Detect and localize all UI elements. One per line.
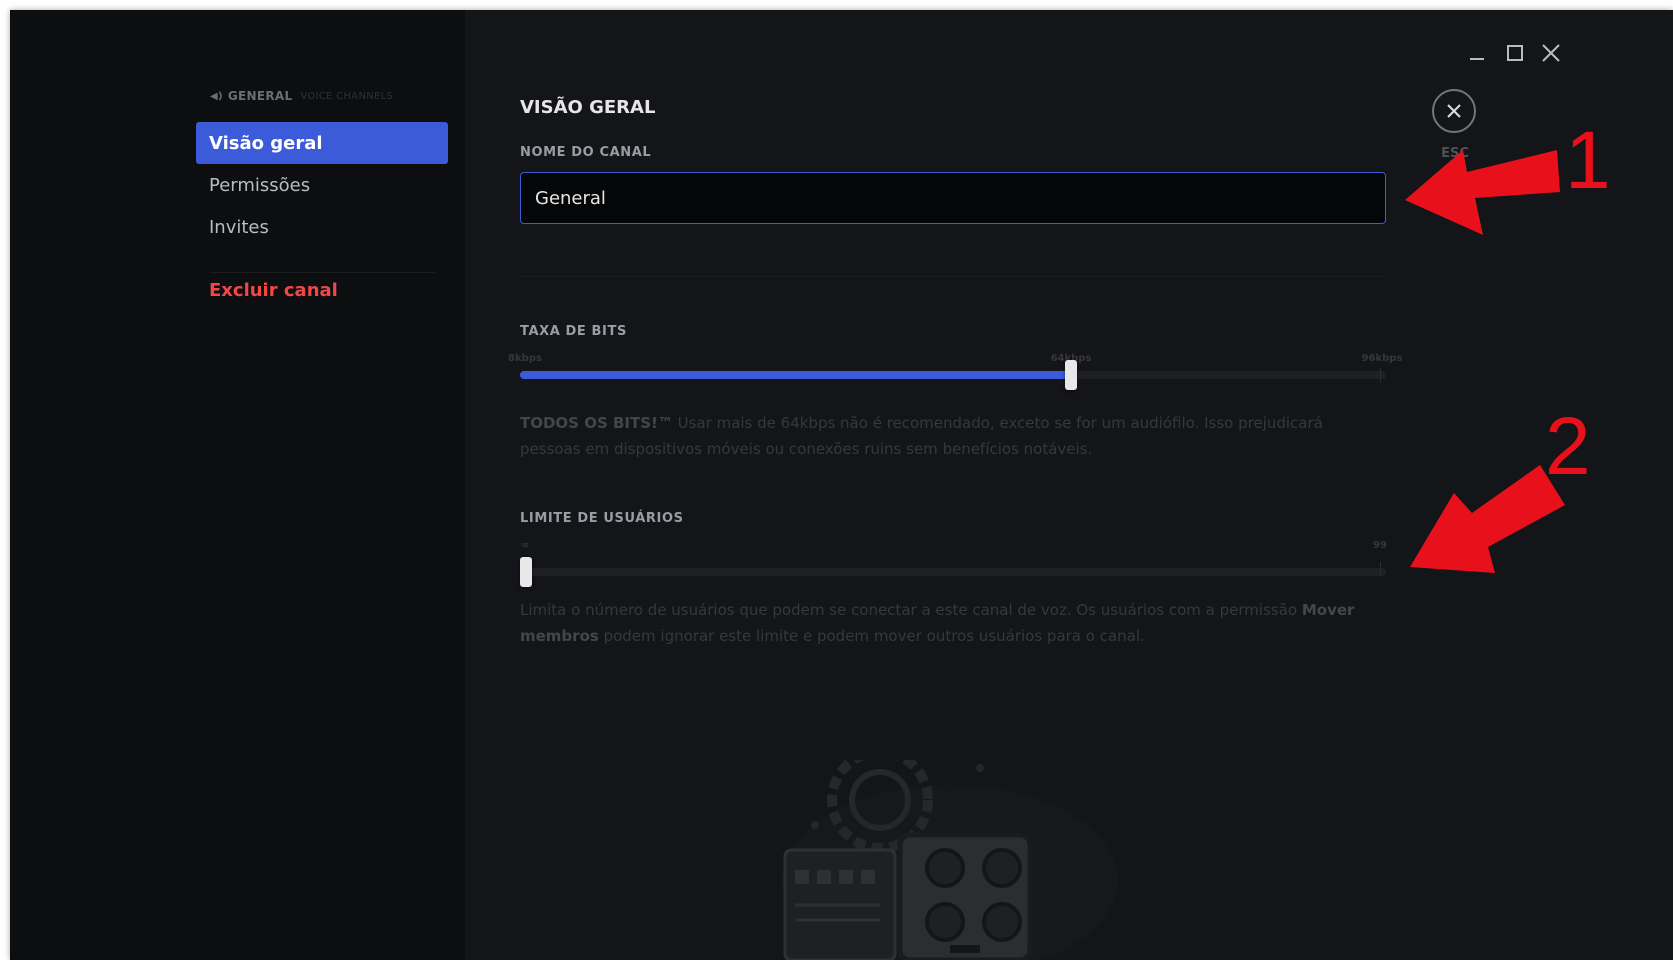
minimize-button[interactable] bbox=[1462, 38, 1492, 68]
maximize-button[interactable] bbox=[1500, 38, 1530, 68]
user-limit-tick-max bbox=[1380, 562, 1381, 576]
mixer-illustration bbox=[782, 760, 1118, 960]
user-limit-helper-body-2: podem ignorar este limite e podem mover … bbox=[598, 627, 1145, 645]
settings-sidebar: ◀) GENERAL VOICE CHANNELS Visão geral Pe… bbox=[10, 10, 465, 960]
bitrate-slider-handle[interactable] bbox=[1065, 360, 1077, 390]
user-limit-min-label: ∞ bbox=[520, 540, 530, 551]
annotation-arrow-1 bbox=[1405, 150, 1560, 235]
page-title: VISÃO GERAL bbox=[520, 97, 656, 118]
user-limit-max-label: 99 bbox=[1373, 540, 1387, 551]
bitrate-slider-track[interactable] bbox=[520, 371, 1386, 379]
bitrate-helper-bold: TODOS OS BITS!™ bbox=[520, 414, 673, 432]
sidebar-item-invites[interactable]: Invites bbox=[196, 206, 448, 248]
speaker-icon: ◀) bbox=[210, 90, 223, 102]
delete-channel-button[interactable]: Excluir canal bbox=[196, 269, 448, 311]
minimize-icon bbox=[1470, 58, 1484, 60]
sidebar-item-label: Invites bbox=[209, 216, 269, 238]
maximize-icon bbox=[1507, 45, 1523, 61]
sidebar-item-label: Visão geral bbox=[209, 132, 323, 154]
user-limit-helper-text: Limita o número de usuários que podem se… bbox=[520, 597, 1370, 649]
bitrate-label: TAXA DE BITS bbox=[520, 324, 627, 339]
sidebar-header: ◀) GENERAL VOICE CHANNELS bbox=[210, 89, 393, 103]
app-window: ◀) GENERAL VOICE CHANNELS Visão geral Pe… bbox=[10, 10, 1673, 960]
channel-name-label: NOME DO CANAL bbox=[520, 145, 652, 160]
sidebar-category-name: VOICE CHANNELS bbox=[300, 90, 394, 102]
section-divider bbox=[520, 276, 1386, 277]
close-icon bbox=[1542, 44, 1560, 62]
user-limit-slider-track[interactable] bbox=[520, 568, 1386, 576]
close-icon bbox=[1447, 104, 1461, 118]
close-settings-button[interactable] bbox=[1432, 89, 1476, 133]
sidebar-channel-name: GENERAL bbox=[227, 89, 293, 103]
sidebar-item-label: Permissões bbox=[209, 174, 311, 196]
user-limit-label: LIMITE DE USUÁRIOS bbox=[520, 511, 684, 526]
user-limit-helper-body-1: Limita o número de usuários que podem se… bbox=[520, 601, 1302, 619]
annotation-number-2: 2 bbox=[1545, 401, 1591, 492]
bitrate-slider-fill bbox=[520, 371, 1071, 379]
user-limit-slider-handle[interactable] bbox=[520, 557, 532, 587]
annotation-number-1: 1 bbox=[1565, 115, 1611, 206]
channel-name-input[interactable] bbox=[520, 172, 1386, 224]
sidebar-item-permissoes[interactable]: Permissões bbox=[196, 164, 448, 206]
delete-channel-label: Excluir canal bbox=[209, 279, 338, 301]
window-close-button[interactable] bbox=[1536, 38, 1566, 68]
bitrate-max-label: 96kbps bbox=[1361, 353, 1403, 364]
annotation-arrow-2 bbox=[1410, 465, 1565, 573]
bitrate-min-label: 8kbps bbox=[508, 353, 542, 364]
sidebar-item-visao-geral[interactable]: Visão geral bbox=[196, 122, 448, 164]
bitrate-tick-max bbox=[1380, 368, 1381, 382]
bitrate-helper-text: TODOS OS BITS!™ Usar mais de 64kbps não … bbox=[520, 410, 1370, 462]
